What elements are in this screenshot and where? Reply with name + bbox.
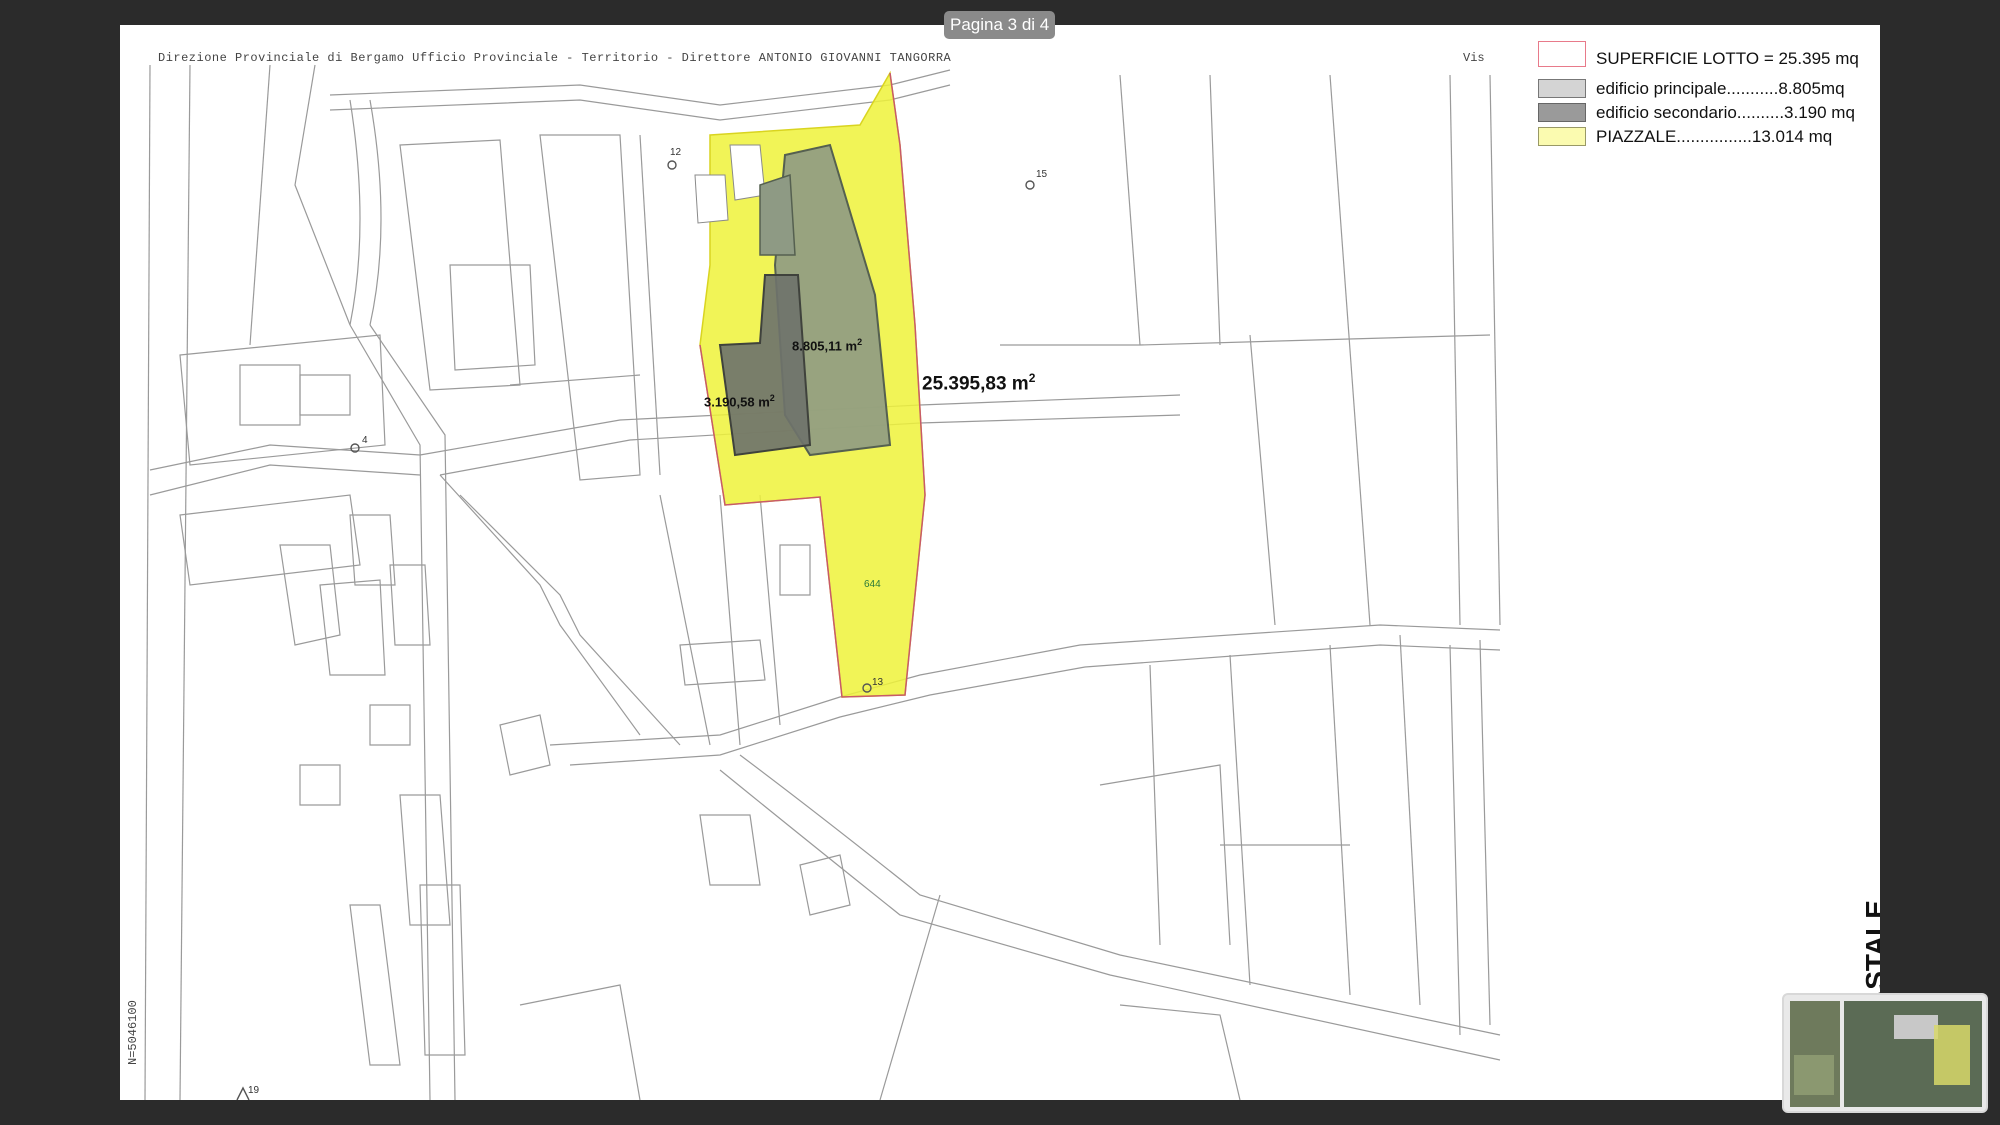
legend-item-edificio-secondario: edificio secondario..........3.190 mq (1538, 101, 1878, 125)
map-header-vis: Vis (1463, 51, 1485, 65)
legend-swatch-edificio-principale (1538, 79, 1586, 98)
marker-13-label: 13 (872, 677, 884, 688)
cadastral-map: 13 15 12 4 19 (144, 64, 1501, 1100)
page-thumbnail[interactable] (1782, 993, 1988, 1113)
thumbnail-field (1794, 1055, 1834, 1095)
marker-19-label: 19 (248, 1085, 260, 1096)
legend-label-lotto: SUPERFICIE LOTTO = 25.395 mq (1596, 49, 1859, 68)
map-legend: SUPERFICIE LOTTO = 25.395 mq edificio pr… (1538, 41, 1878, 149)
legend-swatch-piazzale (1538, 127, 1586, 146)
side-coordinate: N=5046100 (126, 1000, 140, 1065)
secondary-building-area-label: 3.190,58 m2 (704, 393, 775, 410)
legend-item-piazzale: PIAZZALE................13.014 mq (1538, 125, 1878, 149)
legend-label-edificio-principale: edificio principale...........8.805mq (1596, 79, 1845, 98)
legend-swatch-lotto (1538, 41, 1586, 67)
legend-item-lotto: SUPERFICIE LOTTO = 25.395 mq (1538, 41, 1878, 77)
legend-label-piazzale: PIAZZALE................13.014 mq (1596, 127, 1833, 146)
legend-label-edificio-secondario: edificio secondario..........3.190 mq (1596, 103, 1855, 122)
thumbnail-building (1894, 1015, 1938, 1039)
parcel-644-label: 644 (864, 579, 881, 590)
marker-4-label: 4 (362, 435, 368, 446)
document-page: 13 15 12 4 19 Direzione Provinciale di B… (120, 25, 1880, 1100)
page-indicator: Pagina 3 di 4 (944, 11, 1056, 39)
main-building-area-label: 8.805,11 m2 (792, 337, 863, 354)
legend-item-edificio-principale: edificio principale...........8.805mq (1538, 77, 1878, 101)
total-area-label: 25.395,83 m2 (922, 371, 1036, 395)
legend-swatch-edificio-secondario (1538, 103, 1586, 122)
thumbnail-yard (1934, 1025, 1970, 1085)
map-header-text: Direzione Provinciale di Bergamo Ufficio… (158, 51, 952, 65)
marker-15-label: 15 (1036, 169, 1048, 180)
marker-12-label: 12 (670, 147, 682, 158)
